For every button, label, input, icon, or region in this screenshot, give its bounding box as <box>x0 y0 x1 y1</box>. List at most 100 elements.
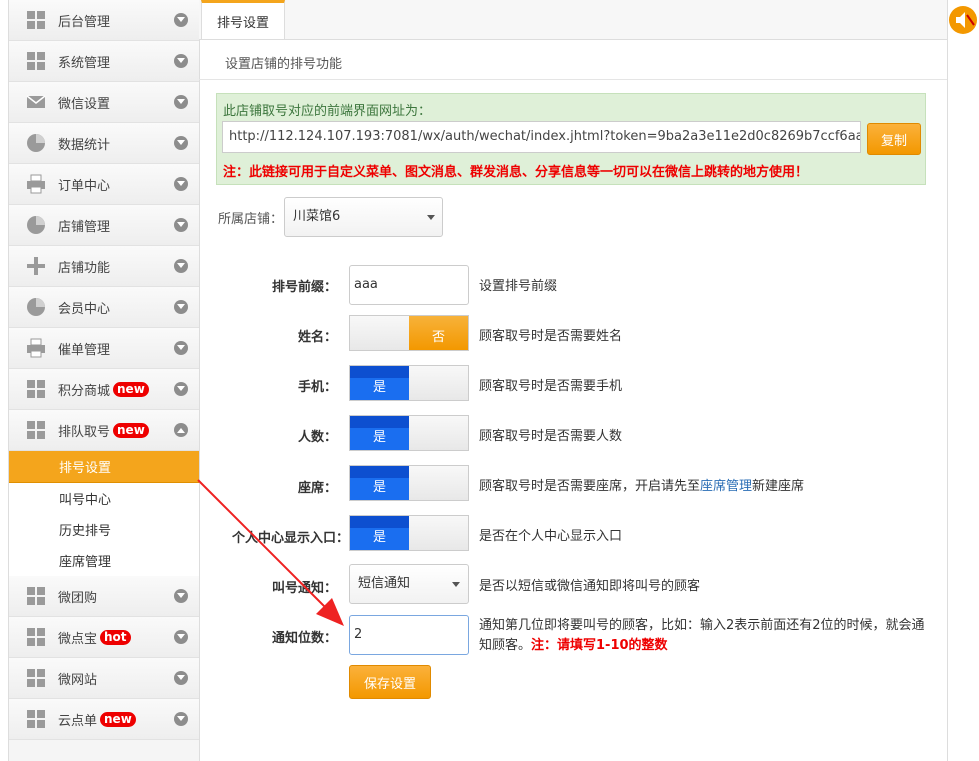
chevron-down-icon <box>174 712 188 726</box>
sidebar: 后台管理系统管理微信设置数据统计订单中心店铺管理店铺功能会员中心催单管理积分商城… <box>8 0 200 761</box>
chevron-down-icon <box>174 382 188 396</box>
divider <box>199 79 947 80</box>
sidebar-item[interactable]: 微点宝 hot <box>9 617 199 658</box>
pie-chart-icon <box>26 215 46 235</box>
sidebar-item[interactable]: 微网站 <box>9 658 199 699</box>
sidebar-item[interactable]: 催单管理 <box>9 328 199 369</box>
prefix-input[interactable]: aaa <box>349 265 469 305</box>
notify-select[interactable]: 短信通知 <box>349 564 469 604</box>
chevron-down-icon <box>174 136 188 150</box>
sidebar-item-label: 云点单 <box>58 713 98 729</box>
sidebar-item[interactable]: 数据统计 <box>9 123 199 164</box>
chevron-down-icon <box>174 259 188 273</box>
sidebar-item[interactable]: 店铺管理 <box>9 205 199 246</box>
save-button[interactable]: 保存设置 <box>349 665 431 699</box>
store-select-value: 川菜馆6 <box>293 209 341 224</box>
seat-desc-text: 顾客取号时是否需要座席，开启请先至 <box>479 479 701 494</box>
sidebar-item[interactable]: 微团购 <box>9 576 199 617</box>
sidebar-item[interactable]: 店铺功能 <box>9 246 199 287</box>
new-badge: new <box>113 381 149 397</box>
grid-icon <box>26 668 46 688</box>
main-panel: 排号设置 设置店铺的排号功能 此店铺取号对应的前端界面网址为： http://1… <box>199 0 948 761</box>
sidebar-item-label: 系统管理 <box>58 55 111 71</box>
mute-icon[interactable] <box>948 5 978 35</box>
mail-icon <box>26 92 46 112</box>
seat-label: 座席： <box>297 481 337 496</box>
pie-chart-icon <box>26 297 46 317</box>
grid-icon <box>26 709 46 729</box>
sidebar-item-label: 后台管理 <box>58 14 111 30</box>
submenu-item[interactable]: 历史排号 <box>9 514 199 545</box>
toggle-on-label: 是 <box>350 516 409 550</box>
pie-chart-icon <box>26 133 46 153</box>
people-label: 人数： <box>297 430 337 445</box>
grid-icon <box>26 51 46 71</box>
center-entry-toggle[interactable]: 是 <box>349 515 469 551</box>
chevron-down-icon <box>427 215 435 220</box>
sidebar-item[interactable]: 微信设置 <box>9 82 199 123</box>
store-label: 所属店铺： <box>218 212 284 227</box>
center-entry-label: 个人中心显示入口： <box>231 531 349 546</box>
chevron-down-icon <box>174 13 188 27</box>
people-desc: 顾客取号时是否需要人数 <box>479 429 623 444</box>
sidebar-item[interactable]: 系统管理 <box>9 41 199 82</box>
sidebar-item[interactable]: 订单中心 <box>9 164 199 205</box>
submenu-item[interactable]: 座席管理 <box>9 545 199 576</box>
sidebar-item[interactable]: 后台管理 <box>9 0 199 41</box>
sidebar-item[interactable]: 云点单 new <box>9 699 199 740</box>
sidebar-item-label: 店铺功能 <box>58 260 111 276</box>
chevron-down-icon <box>174 630 188 644</box>
submenu-item[interactable]: 叫号中心 <box>9 483 199 514</box>
seat-management-link[interactable]: 座席管理 <box>700 479 752 494</box>
chevron-down-icon <box>174 95 188 109</box>
name-toggle[interactable]: 否 <box>349 315 469 351</box>
grid-icon <box>26 586 46 606</box>
url-field[interactable]: http://112.124.107.193:7081/wx/auth/wech… <box>222 121 861 153</box>
chevron-down-icon <box>174 589 188 603</box>
name-desc: 顾客取号时是否需要姓名 <box>479 329 623 344</box>
prefix-label: 排号前缀： <box>271 280 337 295</box>
new-badge: new <box>100 711 136 727</box>
people-toggle[interactable]: 是 <box>349 415 469 451</box>
notify-desc: 是否以短信或微信通知即将叫号的顾客 <box>479 579 701 594</box>
notify-label: 叫号通知： <box>271 581 337 596</box>
sidebar-item-label: 排队取号 <box>58 424 111 440</box>
sidebar-item-label: 催单管理 <box>58 342 111 358</box>
sidebar-item-label: 微网站 <box>58 672 98 688</box>
toggle-on-label: 是 <box>350 366 409 400</box>
grid-icon <box>26 420 46 440</box>
plus-icon <box>26 256 46 276</box>
copy-button[interactable]: 复制 <box>867 123 921 155</box>
tab-queue-settings[interactable]: 排号设置 <box>201 0 285 39</box>
chevron-down-icon <box>174 218 188 232</box>
chevron-down-icon <box>174 177 188 191</box>
name-label: 姓名： <box>297 330 337 345</box>
sidebar-item-label: 微团购 <box>58 590 98 606</box>
submenu-item[interactable]: 排号设置 <box>9 451 199 483</box>
toggle-on-label: 是 <box>350 416 409 450</box>
prefix-desc: 设置排号前缀 <box>479 279 558 294</box>
printer-icon <box>26 174 46 194</box>
chevron-down-icon <box>452 582 460 587</box>
sidebar-item-label: 积分商城 <box>58 383 111 399</box>
sidebar-item-label: 微信设置 <box>58 96 111 112</box>
page-subtitle: 设置店铺的排号功能 <box>225 57 343 72</box>
sidebar-item-label: 订单中心 <box>58 178 111 194</box>
hot-badge: hot <box>100 629 131 645</box>
grid-icon <box>26 379 46 399</box>
tab-bar: 排号设置 <box>199 0 947 40</box>
chevron-down-icon <box>174 671 188 685</box>
store-select[interactable]: 川菜馆6 <box>284 197 443 237</box>
position-label: 通知位数： <box>271 631 337 646</box>
seat-toggle[interactable]: 是 <box>349 465 469 501</box>
chevron-down-icon <box>174 341 188 355</box>
toggle-on-label: 是 <box>350 466 409 500</box>
position-input[interactable]: 2 <box>349 615 469 655</box>
sidebar-item-label: 数据统计 <box>58 137 111 153</box>
sidebar-item[interactable]: 会员中心 <box>9 287 199 328</box>
sidebar-item[interactable]: 排队取号 new <box>9 410 199 451</box>
sidebar-item[interactable]: 积分商城 new <box>9 369 199 410</box>
phone-toggle[interactable]: 是 <box>349 365 469 401</box>
center-entry-desc: 是否在个人中心显示入口 <box>479 529 623 544</box>
url-notice: 此店铺取号对应的前端界面网址为： http://112.124.107.193:… <box>216 93 926 185</box>
